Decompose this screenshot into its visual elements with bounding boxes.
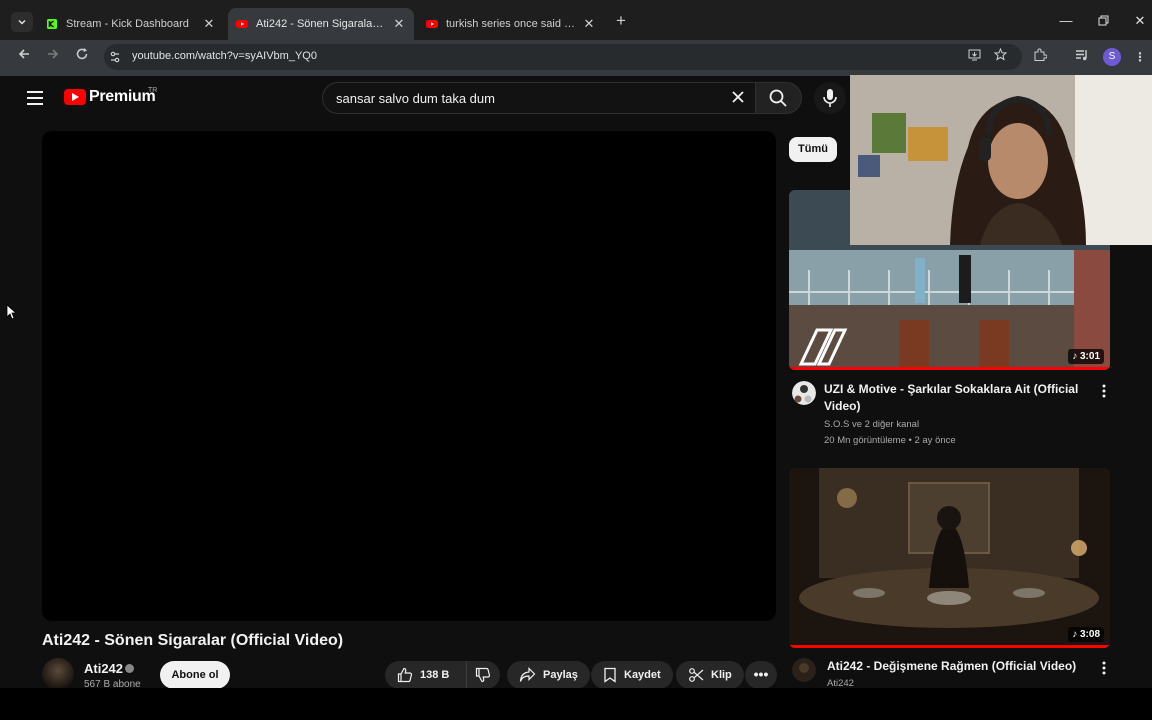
tab-title: turkish series once said - YouTube bbox=[446, 18, 576, 30]
save-label: Kaydet bbox=[624, 669, 661, 681]
browser-tab-youtube-search[interactable]: turkish series once said - YouTube ✕ bbox=[418, 8, 604, 40]
share-icon bbox=[519, 667, 536, 682]
related-video-stats: 20 Mn görüntüleme • 2 ay önce bbox=[824, 435, 956, 446]
search-button[interactable] bbox=[755, 82, 802, 114]
share-button[interactable]: Paylaş bbox=[507, 661, 590, 689]
youtube-icon bbox=[236, 20, 248, 28]
kick-icon bbox=[47, 19, 57, 29]
thumbs-up-icon bbox=[397, 667, 413, 683]
channel-avatar[interactable] bbox=[792, 381, 816, 405]
profile-avatar[interactable]: S bbox=[1103, 48, 1121, 66]
thumbnail-scene bbox=[789, 468, 1110, 648]
youtube-icon bbox=[426, 20, 438, 28]
install-app-icon[interactable] bbox=[965, 48, 983, 66]
country-code: TR bbox=[148, 87, 158, 94]
webcam-person-image bbox=[850, 75, 1152, 245]
channel-avatar[interactable] bbox=[42, 658, 74, 690]
search-icon bbox=[769, 89, 787, 107]
video-duration: ♪ 3:01 bbox=[1068, 349, 1104, 364]
related-video-channel[interactable]: S.O.S ve 2 diğer kanal bbox=[824, 419, 919, 430]
url-text[interactable]: youtube.com/watch?v=syAIVbm_YQ0 bbox=[132, 50, 317, 62]
tab-search-button[interactable] bbox=[11, 12, 33, 32]
close-window-icon[interactable]: ✕ bbox=[1131, 12, 1149, 30]
hamburger-menu-icon[interactable] bbox=[27, 91, 43, 105]
related-video-title[interactable]: UZI & Motive - Şarkılar Sokaklara Ait (O… bbox=[824, 381, 1086, 415]
browser-menu-icon[interactable]: ⋮ bbox=[1131, 48, 1149, 66]
webcam-overlay bbox=[850, 75, 1152, 245]
minimize-icon[interactable]: — bbox=[1057, 12, 1075, 30]
video-menu-icon[interactable] bbox=[1099, 383, 1109, 399]
video-menu-icon[interactable] bbox=[1099, 660, 1109, 676]
related-video-title[interactable]: Ati242 - Değişmene Rağmen (Official Vide… bbox=[827, 658, 1089, 675]
clip-button[interactable]: Klip bbox=[676, 661, 744, 689]
logo-text: Premium bbox=[89, 88, 156, 105]
clear-search-icon[interactable] bbox=[728, 88, 748, 108]
share-label: Paylaş bbox=[543, 669, 578, 681]
scissors-icon bbox=[689, 668, 704, 682]
chip-all[interactable]: Tümü bbox=[789, 137, 837, 162]
channel-name[interactable]: Ati242 bbox=[84, 661, 123, 676]
tab-title: Ati242 - Sönen Sigaralar (Official Video… bbox=[256, 18, 386, 30]
voice-search-button[interactable] bbox=[814, 82, 846, 114]
close-tab-icon[interactable]: ✕ bbox=[582, 16, 596, 32]
new-tab-plus-icon[interactable]: + bbox=[612, 12, 630, 30]
related-video-thumbnail[interactable]: ♪ 3:08 bbox=[789, 468, 1110, 648]
sos-logo-icon bbox=[798, 328, 848, 366]
tab-title: Stream - Kick Dashboard bbox=[66, 18, 189, 30]
watch-progress-bar bbox=[789, 645, 1110, 648]
bottom-letterbox bbox=[0, 688, 1152, 720]
upload-age: 2 ay önce bbox=[914, 435, 956, 446]
site-settings-icon[interactable] bbox=[108, 50, 122, 64]
search-query-text[interactable]: sansar salvo dum taka dum bbox=[336, 91, 495, 106]
extensions-icon[interactable] bbox=[1031, 48, 1049, 66]
browser-tab-bar: Stream - Kick Dashboard ✕ Ati242 - Sönen… bbox=[0, 0, 1152, 40]
browser-tab-youtube-active[interactable]: Ati242 - Sönen Sigaralar (Official Video… bbox=[228, 8, 414, 40]
restore-icon[interactable] bbox=[1094, 12, 1112, 30]
browser-tab-kick[interactable]: Stream - Kick Dashboard ✕ bbox=[38, 8, 224, 40]
clip-label: Klip bbox=[711, 669, 732, 681]
thumbs-down-icon bbox=[475, 667, 491, 683]
close-tab-icon[interactable]: ✕ bbox=[202, 16, 216, 32]
channel-avatar[interactable] bbox=[792, 658, 816, 682]
forward-arrow-icon[interactable] bbox=[43, 47, 63, 67]
dislike-button[interactable] bbox=[466, 661, 500, 689]
close-tab-icon[interactable]: ✕ bbox=[392, 16, 406, 32]
view-count: 20 Mn görüntüleme bbox=[824, 435, 906, 446]
video-duration: ♪ 3:08 bbox=[1068, 627, 1104, 642]
microphone-icon bbox=[823, 89, 837, 107]
more-actions-button[interactable]: ••• bbox=[745, 661, 777, 689]
like-button[interactable]: 138 B bbox=[385, 661, 467, 689]
bookmark-icon bbox=[604, 667, 616, 683]
watch-progress-bar bbox=[789, 367, 1110, 370]
reload-icon[interactable] bbox=[72, 47, 92, 67]
subscribe-button[interactable]: Abone ol bbox=[160, 661, 230, 689]
youtube-premium-logo[interactable]: Premium bbox=[64, 88, 156, 106]
chevron-down-icon bbox=[18, 19, 26, 25]
like-count: 138 B bbox=[420, 669, 450, 681]
bookmark-star-icon[interactable] bbox=[991, 47, 1009, 66]
video-player[interactable] bbox=[42, 131, 776, 621]
mouse-cursor-icon bbox=[6, 304, 16, 320]
media-controls-icon[interactable] bbox=[1073, 48, 1091, 66]
save-button[interactable]: Kaydet bbox=[591, 661, 673, 689]
back-arrow-icon[interactable] bbox=[14, 47, 34, 67]
verified-badge-icon bbox=[125, 664, 134, 673]
video-title: Ati242 - Sönen Sigaralar (Official Video… bbox=[42, 632, 344, 649]
youtube-logo-icon bbox=[64, 89, 86, 105]
